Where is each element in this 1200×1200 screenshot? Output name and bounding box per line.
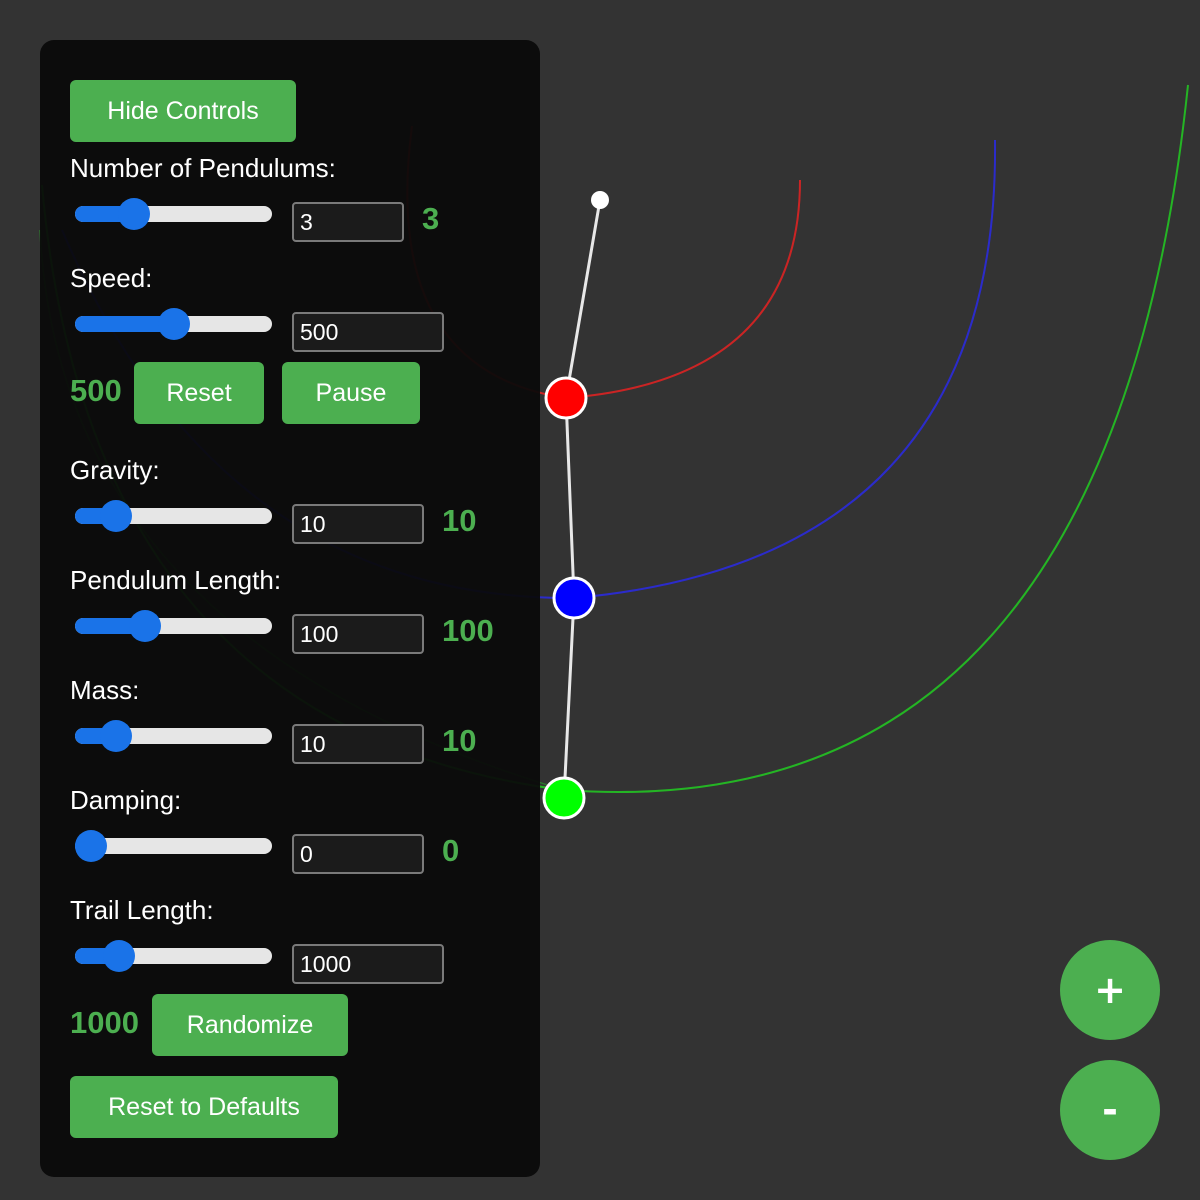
trail-slider[interactable] bbox=[75, 940, 272, 972]
length-slider[interactable] bbox=[75, 610, 272, 642]
damping-label: Damping: bbox=[70, 785, 182, 815]
pendulums-input[interactable] bbox=[292, 202, 404, 242]
length-label: Pendulum Length: bbox=[70, 565, 282, 595]
damping-input[interactable] bbox=[292, 834, 424, 874]
controls-panel: Hide Controls Number of Pendulums: 3 Spe… bbox=[40, 40, 540, 1177]
damping-slider[interactable] bbox=[75, 830, 272, 862]
trail-label: Trail Length: bbox=[70, 895, 214, 925]
slider-thumb[interactable] bbox=[157, 308, 190, 340]
bob-red[interactable] bbox=[544, 376, 588, 420]
mass-value: 10 bbox=[442, 723, 477, 758]
trail-value: 1000 bbox=[70, 1005, 139, 1040]
gravity-value: 10 bbox=[442, 503, 477, 538]
gravity-input[interactable] bbox=[292, 504, 424, 544]
speed-value: 500 bbox=[70, 373, 122, 408]
slider-thumb[interactable] bbox=[75, 830, 107, 862]
speed-slider[interactable] bbox=[75, 308, 272, 340]
slider-thumb[interactable] bbox=[103, 940, 136, 972]
pendulums-value: 3 bbox=[422, 201, 440, 236]
zoom-out-button[interactable]: - bbox=[1060, 1060, 1160, 1160]
damping-value: 0 bbox=[442, 833, 460, 868]
bob-blue[interactable] bbox=[552, 576, 596, 620]
pendulums-label: Number of Pendulums: bbox=[70, 153, 336, 183]
slider-thumb[interactable] bbox=[129, 610, 162, 642]
gravity-label: Gravity: bbox=[70, 455, 160, 485]
mass-input[interactable] bbox=[292, 724, 424, 764]
pause-button[interactable]: Pause bbox=[282, 362, 420, 424]
slider-thumb[interactable] bbox=[99, 500, 132, 532]
length-value: 100 bbox=[442, 613, 494, 648]
reset-button[interactable]: Reset bbox=[134, 362, 264, 424]
speed-input[interactable] bbox=[292, 312, 444, 352]
bob-green[interactable] bbox=[542, 776, 586, 820]
hide-controls-button[interactable]: Hide Controls bbox=[70, 80, 296, 142]
mass-slider[interactable] bbox=[75, 720, 272, 752]
pendulum-rod bbox=[562, 199, 602, 799]
pendulums-slider[interactable] bbox=[75, 198, 272, 230]
zoom-in-button[interactable]: + bbox=[1060, 940, 1160, 1040]
randomize-button[interactable]: Randomize bbox=[152, 994, 348, 1056]
speed-label: Speed: bbox=[70, 263, 153, 293]
length-input[interactable] bbox=[292, 614, 424, 654]
reset-defaults-button[interactable]: Reset to Defaults bbox=[70, 1076, 338, 1138]
mass-label: Mass: bbox=[70, 675, 140, 705]
trail-input[interactable] bbox=[292, 944, 444, 984]
gravity-slider[interactable] bbox=[75, 500, 272, 532]
pivot bbox=[591, 191, 609, 209]
slider-thumb[interactable] bbox=[117, 198, 150, 230]
slider-thumb[interactable] bbox=[99, 720, 132, 752]
